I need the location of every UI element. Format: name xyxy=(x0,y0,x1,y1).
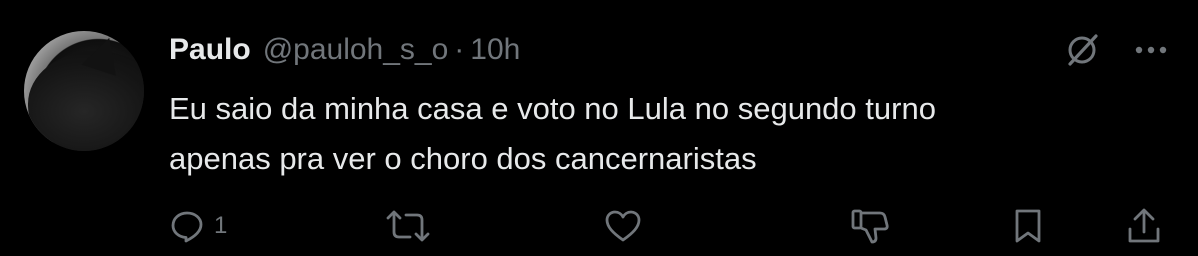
more-icon[interactable] xyxy=(1134,45,1168,55)
tweet-header: Paulo @pauloh_s_o · 10h xyxy=(169,28,520,72)
share-button[interactable] xyxy=(1126,206,1162,246)
author-handle[interactable]: @pauloh_s_o xyxy=(263,33,449,67)
tweet-action-bar: 1 xyxy=(0,206,1198,246)
tweet[interactable]: Paulo @pauloh_s_o · 10h Eu saio da minha… xyxy=(0,0,1198,256)
retweet-button[interactable] xyxy=(384,206,432,246)
header-separator: · xyxy=(454,33,465,66)
share-icon xyxy=(1126,207,1162,245)
grok-icon[interactable] xyxy=(1062,30,1102,70)
downvote-icon xyxy=(850,207,890,245)
like-icon xyxy=(604,209,642,243)
reply-count: 1 xyxy=(214,212,228,239)
reply-button[interactable]: 1 xyxy=(170,206,227,246)
author-name[interactable]: Paulo xyxy=(169,33,251,67)
tweet-text-line: apenas pra ver o choro dos cancernarista… xyxy=(169,141,757,176)
tweet-top-actions xyxy=(1062,30,1168,70)
like-button[interactable] xyxy=(604,206,642,246)
bookmark-icon xyxy=(1012,208,1044,244)
avatar[interactable] xyxy=(24,31,144,151)
bookmark-button[interactable] xyxy=(1012,206,1044,246)
downvote-button[interactable] xyxy=(850,206,890,246)
tweet-text: Eu saio da minha casa e voto no Lula no … xyxy=(169,84,1169,184)
reply-icon xyxy=(170,209,204,243)
tweet-timestamp[interactable]: 10h xyxy=(470,33,520,67)
tweet-text-line: Eu saio da minha casa e voto no Lula no … xyxy=(169,91,936,126)
retweet-icon xyxy=(384,208,432,244)
